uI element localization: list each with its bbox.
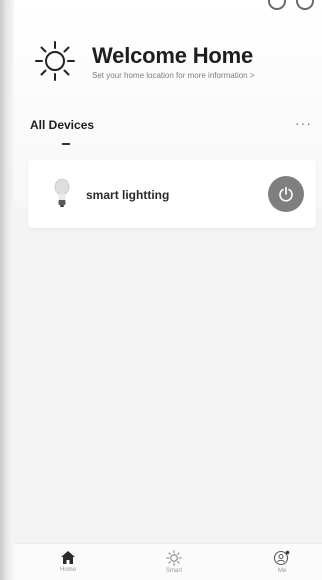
tab-smart-label: Smart xyxy=(165,568,182,574)
active-tab-indicator xyxy=(62,143,70,145)
tab-home-label: Home xyxy=(59,567,76,573)
profile-icon xyxy=(273,550,290,566)
devices-section-header: All Devices ··· xyxy=(30,115,312,132)
welcome-banner[interactable]: Welcome Home Set your home location for … xyxy=(34,40,255,82)
power-button[interactable] xyxy=(268,176,304,212)
device-frame-edge xyxy=(0,0,14,580)
app-screen: Welcome Home Set your home location for … xyxy=(14,0,322,580)
page-title: Welcome Home xyxy=(92,42,254,68)
tab-smart[interactable]: Smart xyxy=(144,550,204,574)
sun-icon xyxy=(35,41,75,81)
tab-me-label: Me xyxy=(277,568,287,574)
status-bar-icons xyxy=(268,0,314,10)
smart-sun-icon xyxy=(166,550,182,566)
tab-me[interactable]: Me xyxy=(252,550,312,574)
more-options-button[interactable]: ··· xyxy=(295,115,312,131)
home-location-link[interactable]: Set your home location for more informat… xyxy=(92,71,255,80)
tab-home[interactable]: Home xyxy=(38,550,98,573)
bottom-tab-bar: Home Smart Me xyxy=(14,543,322,580)
home-icon xyxy=(61,551,75,564)
status-indicator-icon xyxy=(268,0,286,10)
welcome-text: Welcome Home Set your home location for … xyxy=(92,43,255,80)
device-card[interactable]: smart lightting xyxy=(28,160,316,228)
tab-all-devices[interactable]: All Devices xyxy=(30,118,94,132)
status-indicator-icon xyxy=(296,0,314,10)
power-icon xyxy=(279,186,293,202)
bulb-icon xyxy=(54,178,70,207)
device-name: smart lightting xyxy=(86,188,170,202)
